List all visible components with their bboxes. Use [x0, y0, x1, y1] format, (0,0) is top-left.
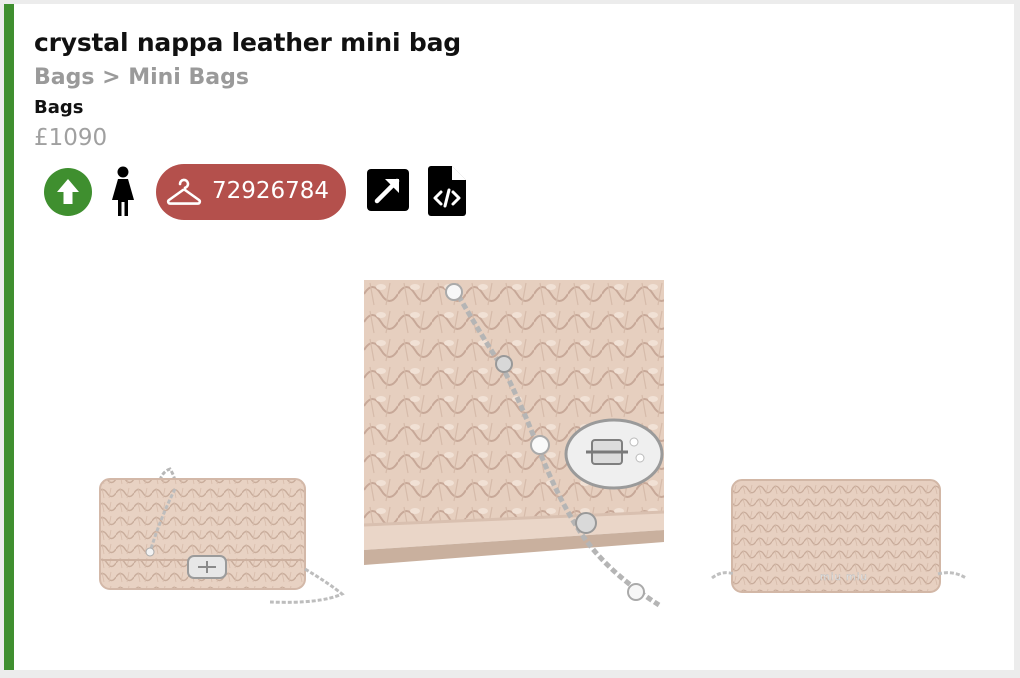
product-image-closeup[interactable] — [364, 280, 664, 610]
view-source-button[interactable] — [428, 166, 466, 216]
upvote-button[interactable] — [44, 168, 92, 216]
external-link-icon — [367, 169, 409, 211]
sku-button[interactable]: 72926784 — [156, 164, 346, 220]
open-external-button[interactable] — [366, 168, 410, 212]
product-title: crystal nappa leather mini bag — [34, 28, 461, 57]
product-card: crystal nappa leather mini bag Bags > Mi… — [4, 4, 1014, 670]
price: £1090 — [34, 125, 108, 151]
arrow-up-icon — [57, 179, 79, 204]
category-label: Bags — [34, 97, 84, 118]
code-file-icon — [428, 166, 466, 216]
svg-text:miu miu: miu miu — [820, 572, 868, 583]
hanger-icon — [166, 178, 202, 205]
product-image-back[interactable]: miu miu — [708, 470, 970, 600]
product-image-front[interactable] — [80, 444, 350, 614]
female-icon — [112, 166, 134, 216]
breadcrumb[interactable]: Bags > Mini Bags — [34, 65, 249, 90]
sku-number: 72926784 — [212, 178, 330, 204]
